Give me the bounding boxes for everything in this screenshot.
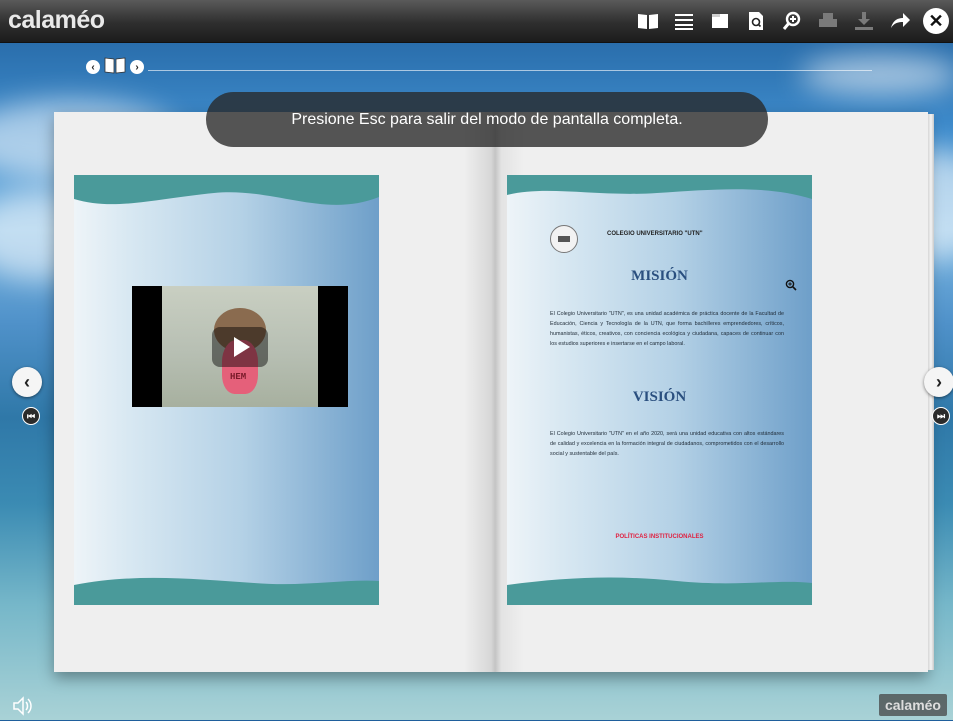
college-name: COLEGIO UNIVERSITARIO "UTN" — [607, 231, 703, 237]
previous-page-button[interactable]: ‹ — [12, 367, 42, 397]
book-spread: HEM 4 COLEGIO UNIVERSITARIO "UTN" MISIÓN… — [54, 112, 934, 672]
toolbar-icons: ✕ — [635, 7, 949, 35]
zoom-icon[interactable] — [779, 8, 805, 34]
top-wave-decoration — [507, 175, 812, 199]
left-page[interactable]: HEM 4 — [74, 175, 379, 605]
mision-heading: MISIÓN — [631, 268, 688, 284]
book-thumbnail-icon[interactable] — [103, 55, 127, 80]
page-slider[interactable] — [148, 70, 872, 71]
calameo-logo-bottom[interactable]: calaméo — [878, 694, 947, 716]
sound-icon[interactable] — [12, 696, 34, 716]
video-player[interactable]: HEM — [132, 286, 348, 407]
print-icon — [815, 8, 841, 34]
bottom-wave-decoration — [507, 577, 812, 605]
vision-text: El Colegio Universitario "UTN" en el año… — [550, 431, 784, 457]
right-page[interactable]: COLEGIO UNIVERSITARIO "UTN" MISIÓN El Co… — [507, 175, 812, 605]
search-doc-icon[interactable] — [743, 8, 769, 34]
book-view-icon[interactable] — [635, 8, 661, 34]
single-page-icon[interactable] — [707, 8, 733, 34]
fullscreen-notice: Presione Esc para salir del modo de pant… — [206, 92, 768, 147]
background-cloud — [800, 55, 953, 95]
page-nav: ‹ › — [86, 56, 144, 78]
download-icon — [851, 8, 877, 34]
college-seal-icon — [550, 225, 578, 253]
last-page-button[interactable]: ⏭ — [932, 407, 950, 425]
list-view-icon[interactable] — [671, 8, 697, 34]
play-icon[interactable] — [212, 327, 268, 367]
first-page-button[interactable]: ⏮ — [22, 407, 40, 425]
policies-heading: POLÍTICAS INSTITUCIONALES — [615, 534, 704, 540]
chevron-right-icon[interactable]: › — [130, 60, 144, 74]
bottom-wave-decoration — [74, 577, 379, 605]
video-thumbnail-text: HEM — [230, 372, 247, 382]
vision-heading: VISIÓN — [632, 389, 687, 405]
chevron-left-icon[interactable]: ‹ — [86, 60, 100, 74]
zoom-in-icon[interactable] — [785, 279, 797, 291]
calameo-logo[interactable]: calaméo — [8, 6, 105, 35]
share-icon[interactable] — [887, 8, 913, 34]
next-page-button[interactable]: › — [924, 367, 953, 397]
top-wave-decoration — [74, 175, 379, 205]
mision-text: El Colegio Universitario "UTN", es una u… — [550, 311, 784, 347]
top-toolbar: calaméo ✕ — [0, 0, 953, 43]
close-icon[interactable]: ✕ — [923, 8, 949, 34]
